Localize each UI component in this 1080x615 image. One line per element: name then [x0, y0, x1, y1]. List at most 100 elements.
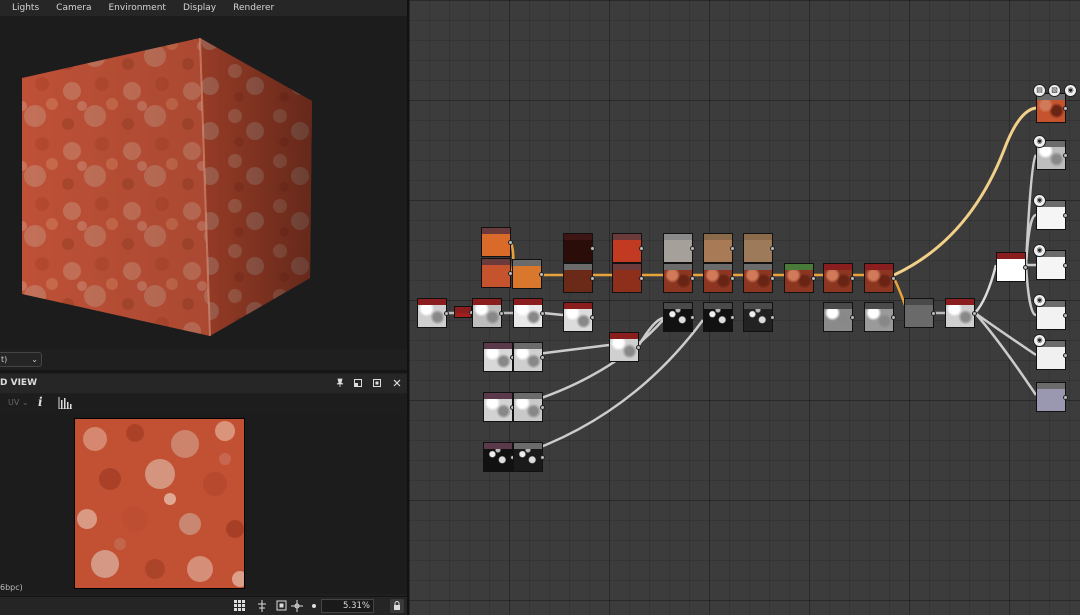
viewport-dropdown[interactable]: t) ⌄ — [0, 352, 42, 367]
pan-icon[interactable] — [290, 600, 303, 613]
graph-node[interactable] — [563, 233, 593, 263]
graph-node[interactable] — [663, 233, 693, 263]
close-icon[interactable] — [390, 374, 404, 393]
restore-icon[interactable] — [351, 374, 365, 393]
node-output-port[interactable] — [1063, 263, 1068, 268]
graph-node[interactable] — [612, 233, 642, 263]
node-output-port[interactable] — [540, 455, 545, 460]
graph-node[interactable] — [612, 263, 642, 293]
node-output-port[interactable] — [690, 276, 695, 281]
node-output-port[interactable] — [690, 246, 695, 251]
info-icon[interactable]: i — [38, 395, 43, 409]
node-output-port[interactable] — [730, 315, 735, 320]
graph-node[interactable] — [472, 298, 502, 328]
node-output-port[interactable] — [770, 315, 775, 320]
node-output-port[interactable] — [690, 315, 695, 320]
node-output-port[interactable] — [1063, 313, 1068, 318]
maximize-icon[interactable] — [370, 374, 384, 393]
graph-node[interactable] — [823, 302, 853, 332]
graph-node[interactable] — [609, 332, 639, 362]
graph-node[interactable] — [996, 252, 1026, 282]
node-output-port[interactable] — [539, 272, 544, 277]
node-header — [613, 264, 641, 270]
graph-node[interactable] — [483, 392, 513, 422]
menu-camera[interactable]: Camera — [56, 3, 91, 13]
graph-node[interactable] — [513, 442, 543, 472]
graph-node[interactable] — [904, 298, 934, 328]
graph-node[interactable] — [743, 233, 773, 263]
graph-node[interactable] — [563, 302, 593, 332]
lock-icon[interactable] — [390, 599, 404, 613]
menu-renderer[interactable]: Renderer — [233, 3, 274, 13]
node-output-port[interactable] — [730, 246, 735, 251]
graph-node[interactable] — [743, 302, 773, 332]
graph-node[interactable] — [1036, 382, 1066, 412]
pin-icon[interactable] — [333, 374, 347, 393]
graph-node[interactable] — [1036, 93, 1066, 123]
menu-environment[interactable]: Environment — [108, 3, 165, 13]
panel-separator[interactable] — [0, 370, 407, 373]
graph-node[interactable] — [663, 302, 693, 332]
grid-icon[interactable] — [233, 600, 246, 613]
2d-viewport[interactable] — [0, 414, 407, 594]
node-header — [514, 299, 542, 305]
graph-node[interactable] — [703, 233, 733, 263]
node-output-port[interactable] — [1063, 213, 1068, 218]
node-graph[interactable]: ▤ ▧ ◉ ◉ ◉ ◉ ◉ ◉ — [409, 0, 1080, 615]
graph-node[interactable] — [703, 302, 733, 332]
node-output-port[interactable] — [639, 276, 644, 281]
menu-lights[interactable]: Lights — [12, 3, 39, 13]
node-output-port[interactable] — [590, 246, 595, 251]
node-output-port[interactable] — [931, 311, 936, 316]
graph-node[interactable] — [513, 392, 543, 422]
graph-node[interactable] — [864, 302, 894, 332]
node-output-port[interactable] — [639, 246, 644, 251]
node-output-port[interactable] — [770, 246, 775, 251]
graph-node[interactable] — [481, 227, 511, 257]
node-output-port[interactable] — [540, 405, 545, 410]
zoom-field[interactable]: 5.31% — [321, 599, 374, 613]
node-output-port[interactable] — [891, 276, 896, 281]
node-output-port[interactable] — [540, 311, 545, 316]
node-output-port[interactable] — [636, 345, 641, 350]
node-output-port[interactable] — [850, 276, 855, 281]
node-output-port[interactable] — [499, 311, 504, 316]
node-output-port[interactable] — [590, 315, 595, 320]
graph-node[interactable] — [513, 298, 543, 328]
node-output-port[interactable] — [811, 276, 816, 281]
uv-selector[interactable]: UV ⌄ — [8, 398, 29, 407]
graph-node[interactable] — [945, 298, 975, 328]
transform-icon[interactable] — [255, 600, 268, 613]
graph-node[interactable] — [563, 263, 593, 293]
graph-node[interactable] — [743, 263, 773, 293]
node-output-port[interactable] — [770, 276, 775, 281]
graph-node[interactable] — [864, 263, 894, 293]
graph-node[interactable] — [663, 263, 693, 293]
graph-node[interactable] — [784, 263, 814, 293]
3d-viewport[interactable] — [0, 16, 407, 349]
graph-node[interactable] — [703, 263, 733, 293]
node-output-port[interactable] — [1063, 106, 1068, 111]
node-output-port[interactable] — [891, 315, 896, 320]
fit-icon[interactable] — [275, 600, 288, 613]
node-output-port[interactable] — [444, 311, 449, 316]
node-output-port[interactable] — [590, 276, 595, 281]
menu-display[interactable]: Display — [183, 3, 216, 13]
node-output-port[interactable] — [1023, 265, 1028, 270]
node-output-port[interactable] — [1063, 353, 1068, 358]
node-output-port[interactable] — [850, 315, 855, 320]
node-output-port[interactable] — [1063, 153, 1068, 158]
graph-node[interactable] — [483, 342, 513, 372]
graph-node[interactable] — [513, 342, 543, 372]
node-output-port[interactable] — [972, 311, 977, 316]
node-output-port[interactable] — [540, 355, 545, 360]
node-output-port[interactable] — [730, 276, 735, 281]
graph-node[interactable] — [512, 259, 542, 289]
histogram-icon[interactable] — [58, 397, 72, 409]
node-output-port[interactable] — [1063, 395, 1068, 400]
node-output-port[interactable] — [508, 240, 513, 245]
graph-node[interactable] — [823, 263, 853, 293]
graph-node[interactable] — [483, 442, 513, 472]
graph-node[interactable] — [417, 298, 447, 328]
graph-node[interactable] — [481, 258, 511, 288]
